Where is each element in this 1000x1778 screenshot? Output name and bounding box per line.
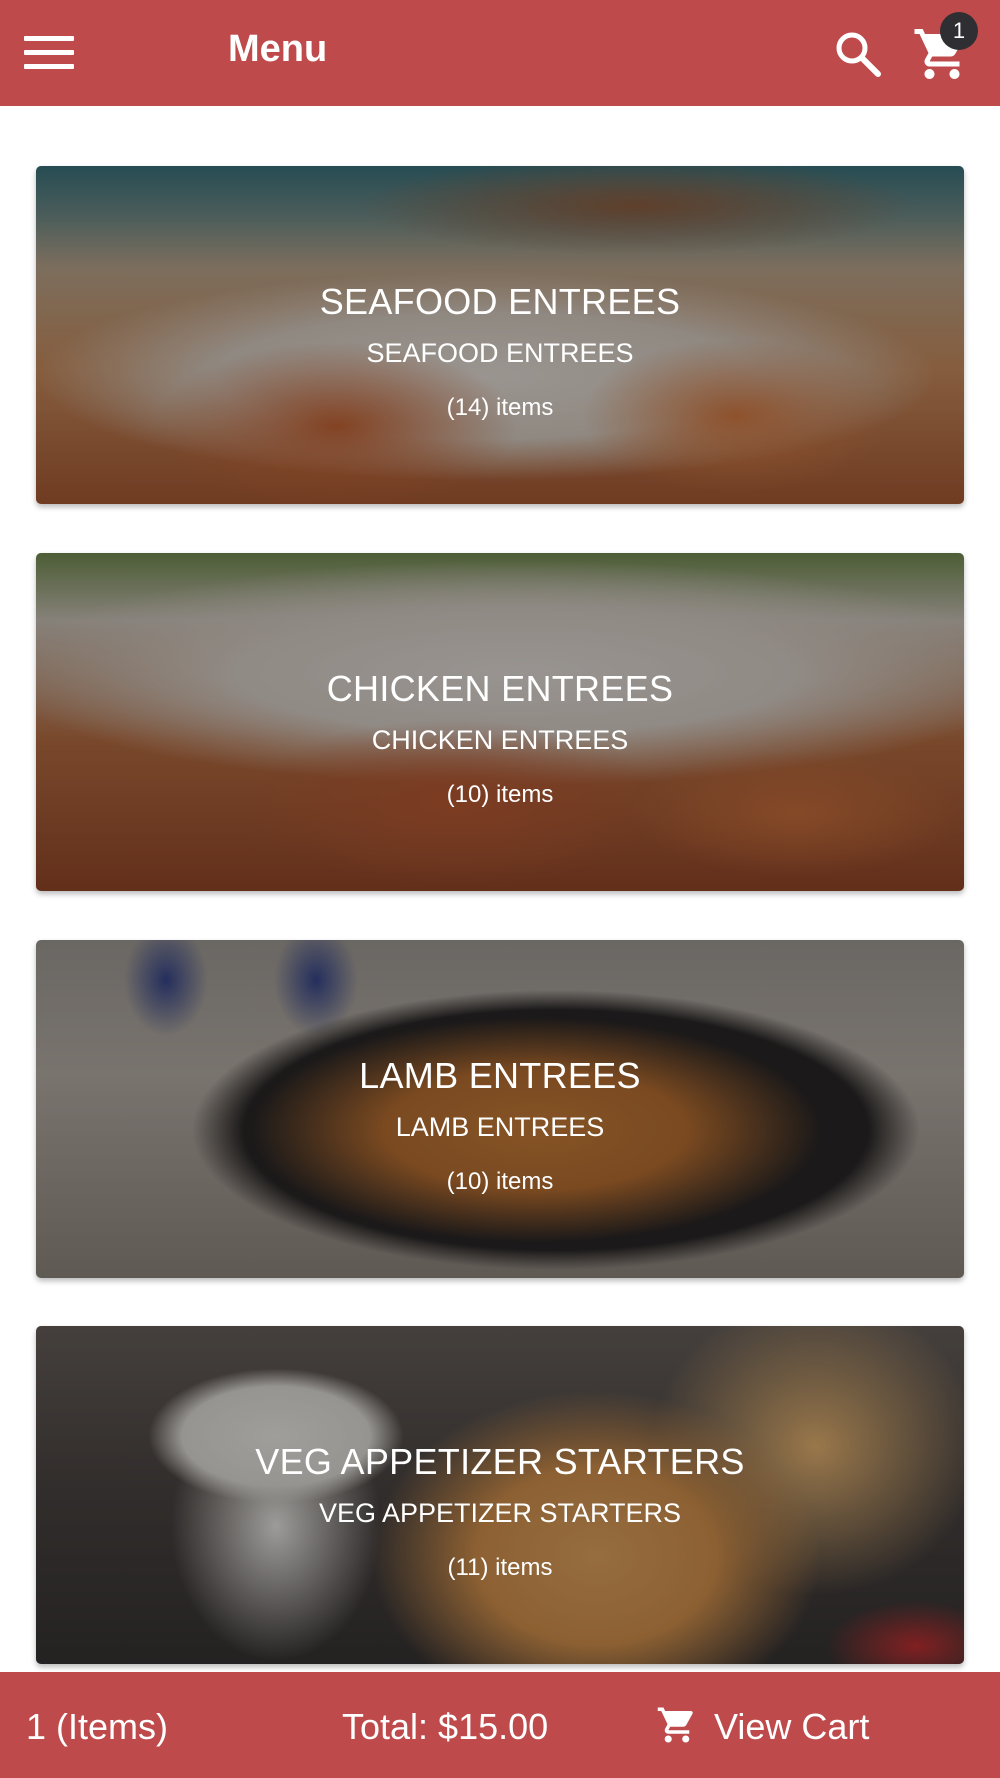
- category-title: CHICKEN ENTREES: [326, 668, 674, 709]
- category-item-count: (10) items: [446, 1168, 554, 1195]
- category-subtitle: SEAFOOD ENTREES: [366, 338, 634, 368]
- category-card-chicken-entrees[interactable]: CHICKEN ENTREES CHICKEN ENTREES (10) ite…: [36, 553, 964, 891]
- shopping-cart-icon: [657, 1707, 693, 1743]
- category-title: LAMB ENTREES: [359, 1055, 641, 1096]
- menu-line: [24, 36, 74, 41]
- category-item-count: (14) items: [446, 394, 554, 421]
- category-item-count: (10) items: [446, 781, 554, 808]
- menu-line: [24, 50, 74, 55]
- category-subtitle: CHICKEN ENTREES: [371, 725, 629, 755]
- cart-summary-bar: 1 (Items) Total: $15.00 View Cart: [0, 1672, 1000, 1778]
- category-subtitle: LAMB ENTREES: [395, 1112, 605, 1142]
- category-card-seafood-entrees[interactable]: SEAFOOD ENTREES SEAFOOD ENTREES (14) ite…: [36, 166, 964, 504]
- menu-line: [24, 64, 74, 69]
- category-title: SEAFOOD ENTREES: [319, 281, 681, 322]
- category-card-veg-appetizer-starters[interactable]: VEG APPETIZER STARTERS VEG APPETIZER STA…: [36, 1326, 964, 1664]
- cart-items-count: 1 (Items): [26, 1706, 169, 1747]
- hamburger-menu-icon[interactable]: [24, 33, 74, 73]
- category-text: VEG APPETIZER STARTERS VEG APPETIZER STA…: [36, 1326, 964, 1664]
- cart-count-badge: 1: [940, 12, 978, 50]
- category-text: LAMB ENTREES LAMB ENTREES (10) items: [36, 940, 964, 1278]
- category-text: SEAFOOD ENTREES SEAFOOD ENTREES (14) ite…: [36, 166, 964, 504]
- category-subtitle: VEG APPETIZER STARTERS: [318, 1498, 682, 1528]
- category-text: CHICKEN ENTREES CHICKEN ENTREES (10) ite…: [36, 553, 964, 891]
- category-list: SEAFOOD ENTREES SEAFOOD ENTREES (14) ite…: [0, 106, 1000, 1672]
- category-title: VEG APPETIZER STARTERS: [255, 1441, 745, 1482]
- search-icon[interactable]: [832, 28, 884, 80]
- cart-total: Total: $15.00: [342, 1706, 549, 1747]
- view-cart-label: View Cart: [714, 1706, 870, 1747]
- page-title: Menu: [228, 28, 328, 70]
- category-item-count: (11) items: [447, 1554, 553, 1581]
- category-card-lamb-entrees[interactable]: LAMB ENTREES LAMB ENTREES (10) items: [36, 940, 964, 1278]
- top-app-bar: Menu 1: [0, 0, 1000, 106]
